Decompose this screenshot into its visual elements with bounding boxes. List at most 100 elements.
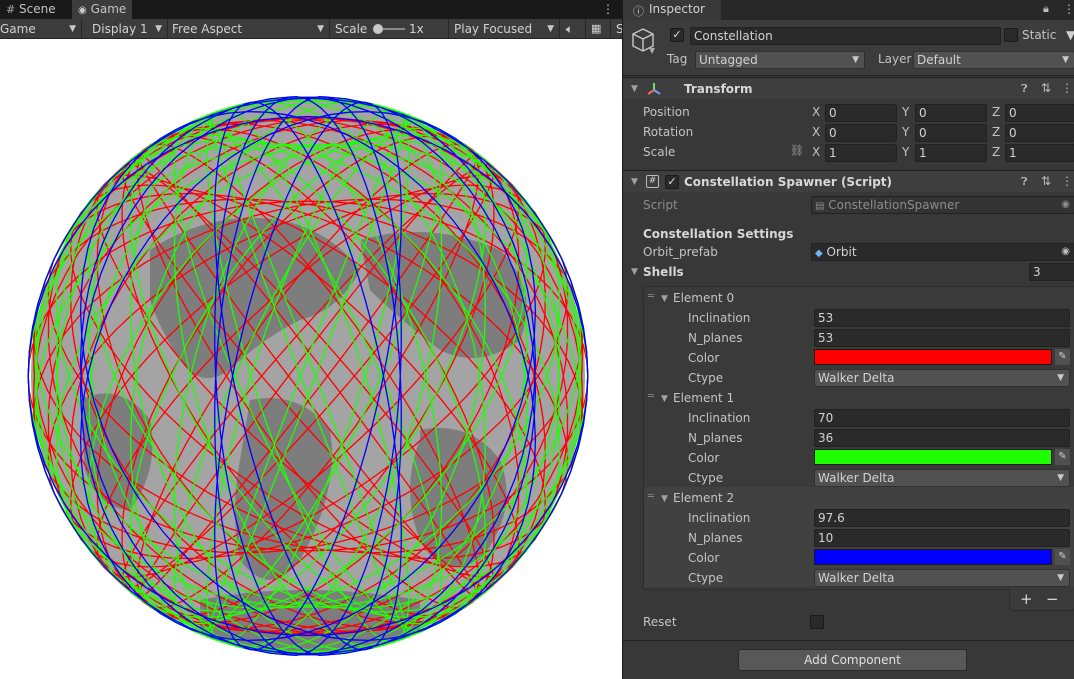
help-icon[interactable]: ❓︎: [1021, 82, 1028, 96]
element-foldout-arrow-icon[interactable]: ▼: [661, 494, 668, 504]
color-label: Color: [688, 451, 720, 465]
y-field[interactable]: 1: [915, 144, 987, 162]
object-picker-icon: ◉: [1061, 199, 1070, 210]
cube-dropdown-caret[interactable]: ▼: [649, 46, 655, 55]
preset-icon[interactable]: ⇅: [1041, 174, 1051, 188]
add-element-button[interactable]: +: [1020, 590, 1033, 608]
display-dropdown[interactable]: Display 1 ▼: [88, 19, 168, 39]
more-menu-icon[interactable]: ⋮: [1061, 81, 1073, 95]
spawner-title: Constellation Spawner (Script): [684, 175, 893, 189]
tab-inspector[interactable]: ⓘ Inspector: [623, 0, 721, 20]
n-planes-field[interactable]: 53: [814, 329, 1070, 347]
z-field[interactable]: 0: [1005, 104, 1074, 122]
n-planes-field[interactable]: 10: [814, 529, 1070, 547]
orbit-prefab-value: Orbit: [826, 245, 857, 259]
chevron-down-icon: ▼: [1057, 573, 1064, 583]
axis-z-label[interactable]: Z: [992, 105, 1000, 119]
inclination-field[interactable]: 97.6: [814, 509, 1070, 527]
z-field[interactable]: 1: [1005, 144, 1074, 162]
axis-z-label[interactable]: Z: [992, 145, 1000, 159]
static-dropdown-caret[interactable]: ▼: [1063, 27, 1074, 45]
drag-handle-icon[interactable]: ═: [648, 291, 654, 302]
ctype-value: Walker Delta: [818, 571, 895, 585]
axis-x-label[interactable]: X: [812, 125, 820, 139]
view-mode-dropdown[interactable]: Game ▼: [0, 19, 82, 39]
transform-header[interactable]: ▼ Transform ❓︎ ⇅ ⋮: [623, 77, 1074, 99]
eyedropper-icon[interactable]: ✎: [1055, 349, 1070, 365]
tag-dropdown[interactable]: Untagged ▼: [695, 51, 865, 69]
add-component-button[interactable]: Add Component: [738, 649, 967, 671]
eyedropper-icon[interactable]: ✎: [1055, 449, 1070, 465]
axis-y-label[interactable]: Y: [902, 145, 909, 159]
n-planes-label: N_planes: [688, 331, 743, 345]
transform-row-label: Scale: [643, 145, 676, 159]
n-planes-field[interactable]: 36: [814, 429, 1070, 447]
object-name-field[interactable]: Constellation: [690, 27, 1001, 45]
more-menu-icon[interactable]: ⋮: [1063, 2, 1074, 16]
more-menu-icon[interactable]: ⋮: [596, 0, 620, 19]
shells-foldout-arrow-icon[interactable]: ▼: [631, 267, 638, 277]
axis-x-label[interactable]: X: [812, 145, 820, 159]
axis-x-label[interactable]: X: [812, 105, 820, 119]
ctype-value: Walker Delta: [818, 471, 895, 485]
z-field[interactable]: 0: [1005, 124, 1074, 142]
tab-scene[interactable]: # Scene: [0, 0, 62, 19]
tab-scene-label: Scene: [19, 2, 56, 16]
shells-count-field[interactable]: 3: [1029, 263, 1074, 281]
play-mode-dropdown[interactable]: Play Focused ▼: [450, 19, 560, 39]
script-file-icon: ▤: [815, 201, 825, 212]
axis-z-label[interactable]: Z: [992, 125, 1000, 139]
grid-icon: #: [6, 3, 16, 16]
layer-dropdown[interactable]: Default ▼: [913, 51, 1074, 69]
inspector-divider: [623, 640, 1074, 641]
ctype-dropdown[interactable]: Walker Delta ▼: [814, 469, 1070, 487]
color-swatch[interactable]: [814, 349, 1052, 365]
n-planes-label: N_planes: [688, 531, 743, 545]
constrain-proportions-icon[interactable]: ⛓︎: [790, 144, 804, 157]
ctype-dropdown[interactable]: Walker Delta ▼: [814, 369, 1070, 387]
inclination-field[interactable]: 53: [814, 309, 1070, 327]
lock-icon[interactable]: 🔒︎: [1043, 2, 1049, 16]
orbit-prefab-field[interactable]: ◆ Orbit ◉: [811, 243, 1074, 261]
axis-y-label[interactable]: Y: [902, 105, 909, 119]
chevron-down-icon: ▼: [155, 24, 162, 34]
axis-y-label[interactable]: Y: [902, 125, 909, 139]
element-foldout-arrow-icon[interactable]: ▼: [661, 294, 668, 304]
inclination-field[interactable]: 70: [814, 409, 1070, 427]
x-field[interactable]: 0: [825, 124, 897, 142]
game-render-area: [0, 40, 622, 679]
reset-checkbox[interactable]: [810, 615, 824, 629]
scale-slider-thumb[interactable]: [373, 24, 383, 34]
spawner-enabled-checkbox[interactable]: ✓: [665, 175, 679, 189]
drag-handle-icon[interactable]: ═: [648, 491, 654, 502]
color-swatch[interactable]: [814, 449, 1052, 465]
static-checkbox[interactable]: [1004, 28, 1018, 42]
y-field[interactable]: 0: [915, 104, 987, 122]
foldout-arrow-icon: ▼: [631, 177, 638, 187]
aspect-dropdown[interactable]: Free Aspect ▼: [168, 19, 330, 39]
ctype-dropdown[interactable]: Walker Delta ▼: [814, 569, 1070, 587]
chevron-down-icon: ▼: [1057, 473, 1064, 483]
object-picker-icon[interactable]: ◉: [1061, 244, 1070, 260]
spawner-header[interactable]: ▼ # ✓ Constellation Spawner (Script) ❓︎ …: [623, 170, 1074, 192]
help-icon[interactable]: ❓︎: [1021, 175, 1028, 189]
chevron-down-icon: ▼: [852, 55, 859, 65]
x-field[interactable]: 1: [825, 144, 897, 162]
element-foldout-arrow-icon[interactable]: ▼: [661, 394, 668, 404]
remove-element-button[interactable]: −: [1046, 590, 1059, 608]
eyedropper-icon[interactable]: ✎: [1055, 549, 1070, 565]
x-field[interactable]: 0: [825, 104, 897, 122]
active-checkbox[interactable]: ✓: [670, 28, 684, 42]
tab-game[interactable]: ◉ Game: [72, 0, 133, 19]
color-swatch[interactable]: [814, 549, 1052, 565]
drag-handle-icon[interactable]: ═: [648, 391, 654, 402]
preset-icon[interactable]: ⇅: [1041, 81, 1051, 95]
layer-label: Layer: [878, 52, 912, 66]
stats-icon[interactable]: ▦: [587, 19, 611, 39]
inclination-label: Inclination: [688, 311, 751, 325]
speaker-icon[interactable]: 🔈︎: [562, 19, 586, 39]
scale-value: 1x: [409, 22, 424, 36]
scale-control: Scale 1x: [331, 19, 449, 39]
more-menu-icon[interactable]: ⋮: [1061, 174, 1073, 188]
y-field[interactable]: 0: [915, 124, 987, 142]
